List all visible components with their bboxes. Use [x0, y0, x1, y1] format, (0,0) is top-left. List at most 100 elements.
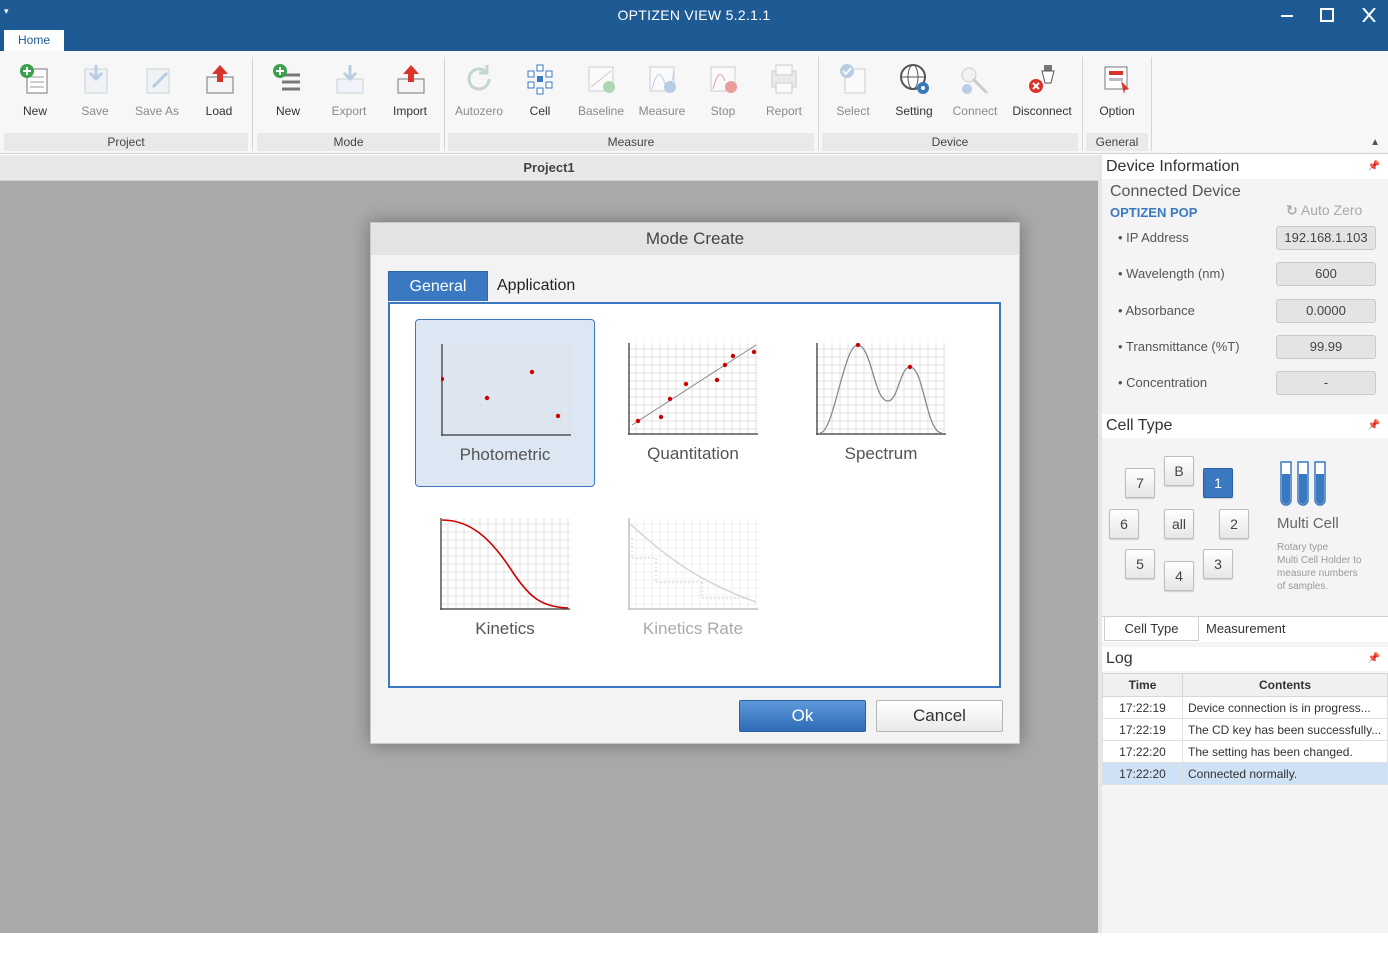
- cell-type-title: Cell Type: [1106, 417, 1173, 434]
- minimize-button[interactable]: [1272, 3, 1302, 27]
- cell-button-1[interactable]: 1: [1203, 468, 1233, 498]
- title-bar: ▾ OPTIZEN VIEW 5.2.1.1: [0, 0, 1388, 30]
- log-header: Log 📌: [1102, 647, 1388, 671]
- mode-import-label: Import: [392, 104, 427, 118]
- log-header-row: Time Contents: [1102, 673, 1388, 697]
- cell-button[interactable]: Cell: [509, 61, 571, 121]
- window-title: OPTIZEN VIEW 5.2.1.1: [617, 7, 771, 23]
- project-new-button[interactable]: New: [4, 61, 66, 121]
- log-row[interactable]: 17:22:19 The CD key has been successfull…: [1102, 718, 1388, 741]
- quantitation-chart-icon: [628, 343, 758, 435]
- autozero-button[interactable]: Autozero: [448, 61, 510, 121]
- device-select-label: Select: [836, 104, 870, 118]
- ok-button[interactable]: Ok: [739, 700, 866, 732]
- log-col-contents[interactable]: Contents: [1182, 673, 1388, 697]
- cell-button-2[interactable]: 2: [1219, 509, 1249, 539]
- measure-label: Measure: [638, 104, 686, 118]
- group-label-project: Project: [4, 133, 248, 151]
- holder-description: Rotary type Multi Cell Holder to measure…: [1277, 541, 1361, 593]
- stop-icon: [710, 66, 737, 93]
- holder-desc-line: measure numbers: [1277, 568, 1358, 579]
- transmittance-label: • Transmittance (%T): [1118, 339, 1240, 354]
- project-load-button[interactable]: Load: [188, 61, 250, 121]
- holder-title: Multi Cell: [1277, 515, 1339, 532]
- test-tubes-icon: [1280, 461, 1326, 506]
- holder-desc-line: of samples.: [1277, 581, 1329, 592]
- mode-kinetics-label: Kinetics: [475, 619, 535, 638]
- mode-kinetics[interactable]: Kinetics: [415, 494, 595, 662]
- document-tab[interactable]: Project1: [0, 155, 1098, 181]
- photometric-chart-icon: [441, 344, 571, 436]
- mode-spectrum[interactable]: Spectrum: [791, 319, 971, 487]
- stop-button[interactable]: Stop: [692, 61, 754, 121]
- refresh-icon: ↻: [1286, 202, 1298, 218]
- baseline-button[interactable]: Baseline: [570, 61, 632, 121]
- measure-button[interactable]: Measure: [631, 61, 693, 121]
- pin-icon[interactable]: 📌: [1368, 414, 1380, 438]
- auto-zero-label: Auto Zero: [1300, 202, 1363, 218]
- cell-button-4[interactable]: 4: [1164, 561, 1194, 591]
- save-icon: [84, 65, 108, 94]
- new-mode-icon: [273, 64, 300, 91]
- option-button[interactable]: Option: [1086, 61, 1148, 121]
- mode-photometric[interactable]: Photometric: [415, 319, 595, 487]
- cell-button-7[interactable]: 7: [1125, 468, 1155, 498]
- tab-general[interactable]: General: [388, 271, 488, 301]
- disconnect-icon: [1029, 65, 1055, 93]
- log-time: 17:22:20: [1102, 762, 1183, 785]
- log-row[interactable]: 17:22:20 Connected normally.: [1102, 762, 1388, 785]
- device-connect-button[interactable]: Connect: [944, 61, 1006, 121]
- auto-zero-button[interactable]: ↻ Auto Zero: [1286, 202, 1362, 219]
- mode-kinetics-rate[interactable]: Kinetics Rate: [603, 494, 783, 662]
- log-row[interactable]: 17:22:20 The setting has been changed.: [1102, 740, 1388, 763]
- minimize-icon: [1281, 15, 1293, 17]
- connected-device-label: Connected Device: [1110, 183, 1241, 200]
- mode-import-button[interactable]: Import: [379, 61, 441, 121]
- import-icon: [397, 65, 425, 94]
- log-row[interactable]: 17:22:19 Device connection is in progres…: [1102, 696, 1388, 719]
- tab-application[interactable]: Application: [487, 271, 597, 301]
- measure-icon: [649, 66, 676, 93]
- kinetics-rate-chart-icon: [628, 518, 758, 610]
- maximize-button[interactable]: [1312, 3, 1342, 27]
- device-select-button[interactable]: Select: [822, 61, 884, 121]
- cell-button-6[interactable]: 6: [1109, 509, 1139, 539]
- mode-export-button[interactable]: Export: [318, 61, 380, 121]
- cell-button-blank[interactable]: B: [1164, 456, 1194, 486]
- tab-home[interactable]: Home: [4, 30, 64, 51]
- project-save-as-button[interactable]: Save As: [126, 61, 188, 121]
- device-name: OPTIZEN POP: [1110, 205, 1198, 220]
- cell-button-all[interactable]: all: [1164, 509, 1194, 539]
- project-save-label: Save: [81, 104, 109, 118]
- cancel-button[interactable]: Cancel: [876, 700, 1003, 732]
- log-table: Time Contents 17:22:19 Device connection…: [1102, 673, 1388, 785]
- baseline-label: Baseline: [577, 104, 625, 118]
- wavelength-label: • Wavelength (nm): [1118, 266, 1225, 281]
- project-save-button[interactable]: Save: [64, 61, 126, 121]
- cell-button-3[interactable]: 3: [1203, 549, 1233, 579]
- close-button[interactable]: [1354, 3, 1384, 27]
- ribbon-tab-row: Home: [0, 30, 1388, 51]
- subtab-measurement[interactable]: Measurement: [1206, 617, 1386, 641]
- device-info-title: Device Information: [1106, 158, 1240, 175]
- export-icon: [336, 65, 364, 94]
- log-col-time[interactable]: Time: [1102, 673, 1183, 697]
- maximize-icon: [1320, 8, 1334, 22]
- collapse-ribbon-icon[interactable]: ▲: [1370, 137, 1380, 148]
- autozero-label: Autozero: [454, 104, 504, 118]
- absorbance-label: • Absorbance: [1118, 303, 1195, 318]
- load-icon: [206, 65, 234, 94]
- log-contents: Device connection is in progress...: [1182, 696, 1388, 719]
- device-setting-button[interactable]: Setting: [883, 61, 945, 121]
- mode-new-button[interactable]: New: [257, 61, 319, 121]
- cell-type-header: Cell Type 📌: [1102, 414, 1388, 438]
- subtab-cell-type[interactable]: Cell Type: [1104, 617, 1199, 641]
- group-separator: [818, 57, 819, 151]
- device-disconnect-button[interactable]: Disconnect: [1010, 61, 1074, 121]
- mode-quantitation[interactable]: Quantitation: [603, 319, 783, 487]
- pin-icon[interactable]: 📌: [1368, 647, 1380, 671]
- log-time: 17:22:19: [1102, 696, 1183, 719]
- pin-icon[interactable]: 📌: [1368, 155, 1380, 179]
- cell-button-5[interactable]: 5: [1125, 549, 1155, 579]
- report-button[interactable]: Report: [753, 61, 815, 121]
